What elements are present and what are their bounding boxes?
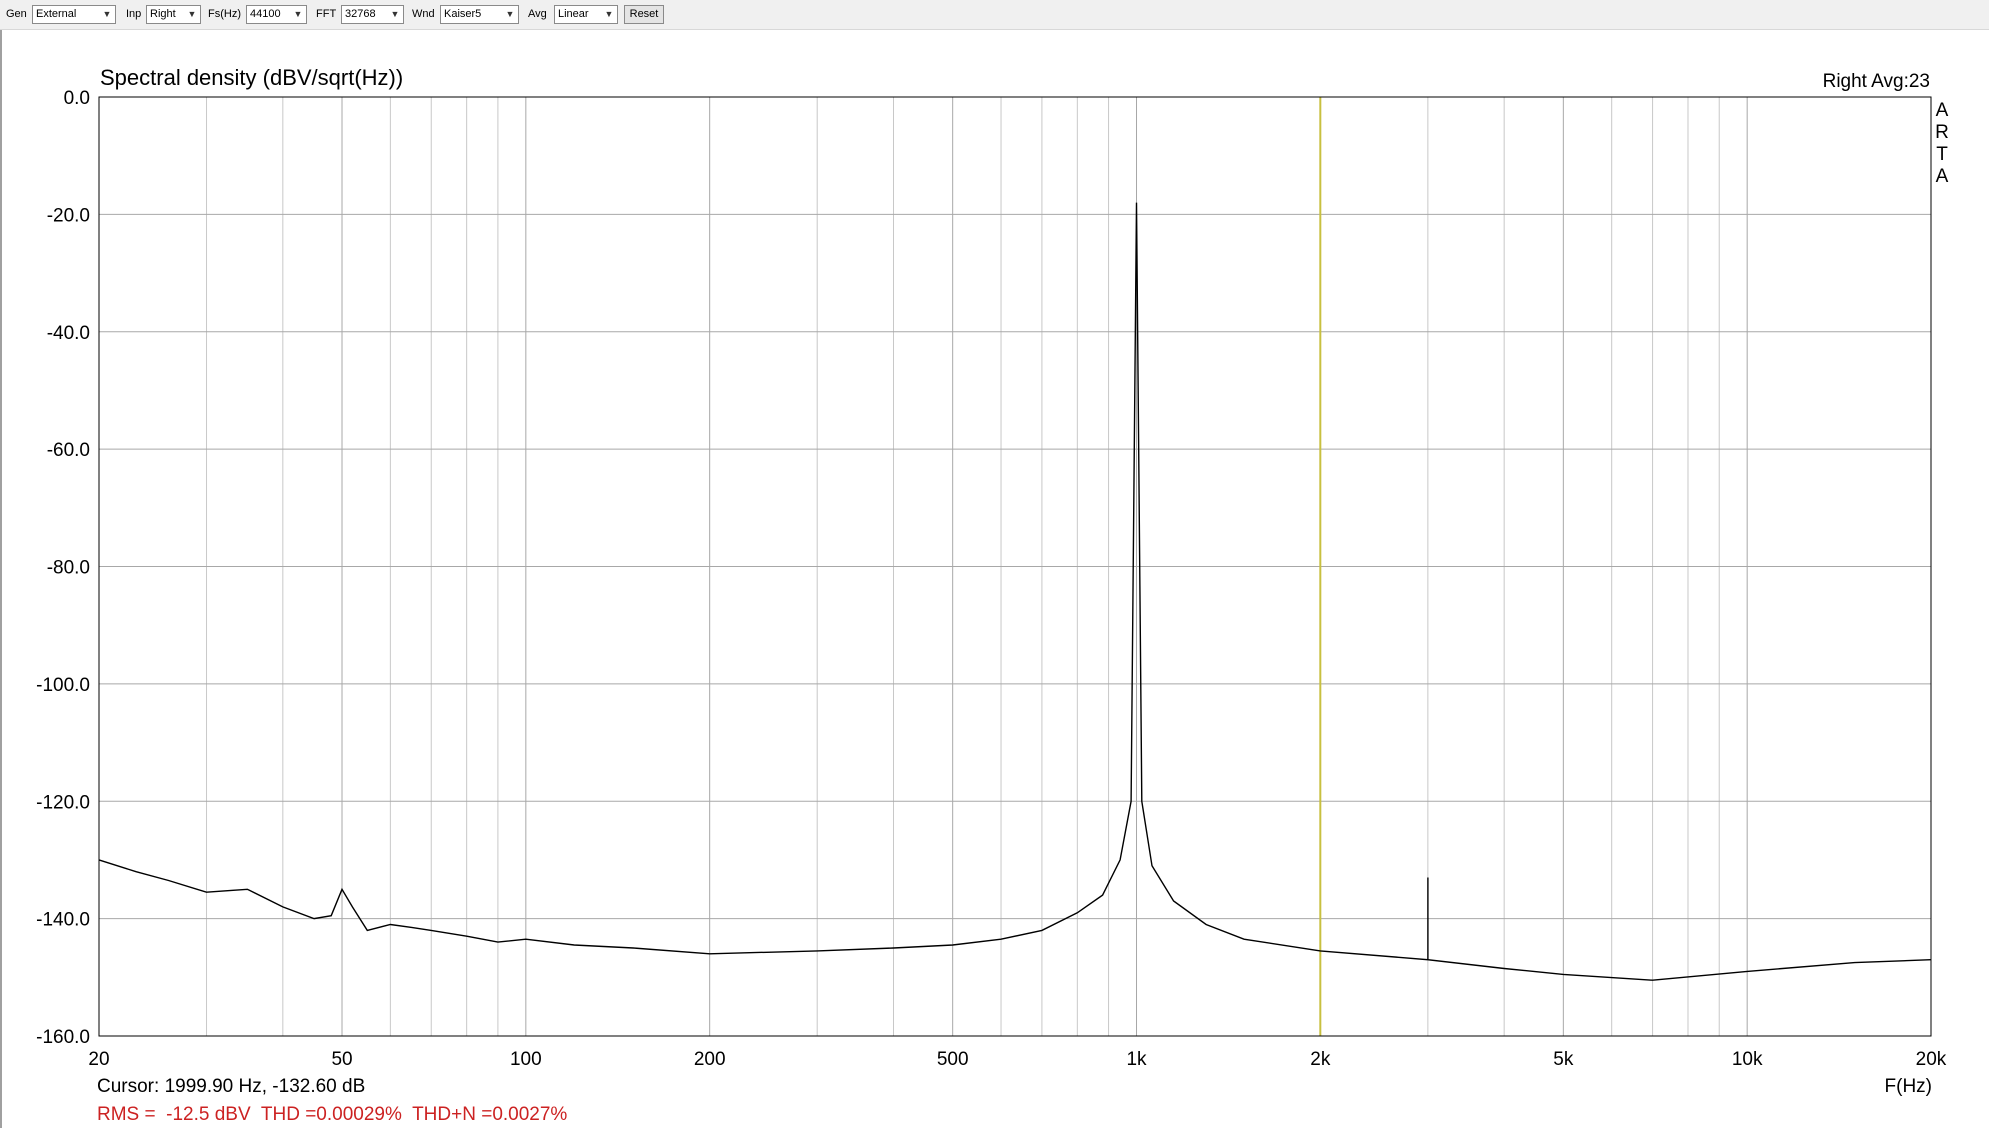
x-axis-ticks: 20 50 100 200 500 1k 2k 5k 10k 20k bbox=[88, 1049, 1946, 1070]
x-tick-label: 500 bbox=[937, 1049, 969, 1070]
y-tick-label: -140.0 bbox=[36, 910, 90, 931]
x-tick-label: 200 bbox=[694, 1049, 726, 1070]
x-tick-label: 10k bbox=[1732, 1049, 1763, 1070]
x-axis-label: F(Hz) bbox=[1885, 1076, 1932, 1097]
x-tick-label: 1k bbox=[1126, 1049, 1147, 1070]
x-tick-label: 100 bbox=[510, 1049, 542, 1070]
y-tick-label: -120.0 bbox=[36, 792, 90, 813]
cursor-readout: Cursor: 1999.90 Hz, -132.60 dB bbox=[97, 1076, 365, 1097]
brand-letter: A bbox=[1936, 166, 1949, 187]
y-tick-label: -160.0 bbox=[36, 1027, 90, 1048]
y-tick-label: -20.0 bbox=[47, 205, 90, 226]
x-tick-label: 5k bbox=[1553, 1049, 1574, 1070]
y-tick-label: 0.0 bbox=[64, 88, 90, 109]
x-tick-label: 20 bbox=[88, 1049, 109, 1070]
spectrum-trace bbox=[98, 202, 1932, 981]
y-tick-label: -100.0 bbox=[36, 675, 90, 696]
x-tick-label: 50 bbox=[331, 1049, 352, 1070]
y-tick-label: -60.0 bbox=[47, 440, 90, 461]
brand-letter: A bbox=[1936, 100, 1949, 121]
brand-letter: R bbox=[1935, 122, 1949, 143]
spectrum-chart[interactable]: 0.0 -20.0 -40.0 -60.0 -80.0 -100.0 -120.0 -140.… bbox=[0, 0, 1989, 1128]
x-tick-label: 2k bbox=[1310, 1049, 1331, 1070]
x-tick-label: 20k bbox=[1916, 1049, 1947, 1070]
brand-letter: T bbox=[1936, 144, 1948, 165]
channel-avg-info: Right Avg:23 bbox=[1823, 71, 1930, 92]
grid bbox=[99, 96, 1931, 1037]
y-tick-label: -40.0 bbox=[47, 323, 90, 344]
y-axis-ticks: 0.0 -20.0 -40.0 -60.0 -80.0 -100.0 -120.0 -140.… bbox=[36, 88, 90, 1048]
measurements-readout: RMS = -12.5 dBV THD =0.00029% THD+N =0.0… bbox=[97, 1104, 567, 1125]
chart-title: Spectral density (dBV/sqrt(Hz)) bbox=[100, 65, 403, 90]
y-tick-label: -80.0 bbox=[47, 558, 90, 579]
